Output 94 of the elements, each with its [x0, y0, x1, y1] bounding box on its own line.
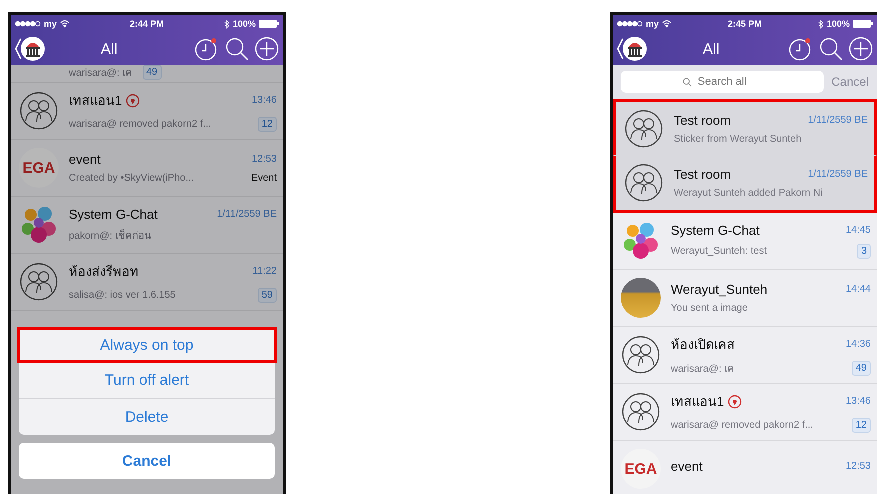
search-icon[interactable] — [819, 37, 843, 61]
chat-row[interactable]: EGA event 12:53 — [613, 441, 877, 494]
group-avatar-icon — [624, 163, 664, 203]
chat-row[interactable]: Test room 1/11/2559 BE Sticker from Werayut Sunteh — [613, 99, 877, 156]
nav-title: All — [703, 40, 720, 58]
unread-count: 3 — [857, 244, 871, 259]
battery-percent: 100% — [826, 19, 850, 29]
add-icon[interactable] — [255, 37, 279, 61]
message-time: 14:36 — [846, 339, 871, 350]
back-button[interactable] — [617, 36, 647, 62]
message-preview: Sticker from Werayut Sunteh — [674, 134, 802, 144]
message-preview: Werayut_Sunteh: test — [671, 246, 767, 257]
chat-name: เทสแอน1 — [671, 393, 724, 411]
carrier-name: my — [646, 19, 660, 29]
speech-bubbles-drawing — [621, 221, 661, 261]
chat-row[interactable]: System G-Chat 14:45 Werayut_Sunteh: test 3 — [613, 213, 877, 270]
history-clock-icon[interactable] — [195, 37, 219, 61]
message-preview: Created by •SkyView(iPho... — [69, 173, 194, 184]
unread-count: 59 — [258, 288, 277, 303]
back-building-icon — [15, 36, 45, 62]
unread-count: 12 — [852, 418, 871, 433]
nav-title: All — [101, 40, 118, 58]
action-option[interactable]: Turn off alert — [19, 363, 275, 399]
group-avatar-icon — [19, 91, 59, 131]
message-time: 13:46 — [252, 95, 277, 106]
wifi-icon — [662, 20, 672, 28]
wifi-icon — [60, 20, 70, 28]
chat-row[interactable]: System G-Chat 1/11/2559 BE pakorn@: เช็คก่อน — [11, 197, 283, 254]
message-time: 12:53 — [252, 154, 277, 165]
back-button[interactable] — [15, 36, 45, 62]
status-time: 2:45 PM — [728, 19, 762, 29]
photo-placeholder — [621, 278, 661, 318]
signal-icon — [617, 21, 643, 27]
status-time: 2:44 PM — [130, 19, 164, 29]
battery-percent: 100% — [232, 19, 256, 29]
message-time: 14:45 — [846, 225, 871, 236]
message-preview: warisara@: เค — [69, 67, 132, 80]
chat-name: Test room — [674, 112, 732, 128]
chat-row[interactable]: Werayut_Sunteh 14:44 You sent a image — [613, 270, 877, 327]
search-icon — [683, 78, 692, 87]
chat-name: event — [671, 458, 703, 474]
unread-count: 12 — [258, 117, 277, 132]
chat-name: Werayut_Sunteh — [671, 282, 768, 297]
add-icon[interactable] — [849, 37, 873, 61]
message-preview: warisara@ removed pakorn2 f... — [69, 119, 212, 130]
chat-name: Test room — [674, 167, 732, 182]
message-time: 11:22 — [252, 266, 277, 277]
message-preview: Werayut Sunteh added Pakorn Ni — [674, 188, 823, 199]
back-building-icon — [617, 36, 647, 62]
battery-icon — [853, 20, 873, 28]
message-preview: warisara@ removed pakorn2 f... — [671, 420, 814, 431]
chat-name: System G-Chat — [671, 223, 760, 238]
carrier-name: my — [44, 19, 58, 29]
message-time: 1/11/2559 BE — [808, 114, 868, 126]
chat-name: ห้องส่งรีพอท — [69, 263, 139, 281]
chat-row[interactable]: เทสแอน1 13:46 warisara@ removed pakorn2 f... 12 — [11, 83, 283, 140]
chat-name: ห้องเปิดเคส — [671, 336, 735, 354]
action-option[interactable]: Always on top — [17, 327, 277, 363]
speech-bubbles-drawing — [19, 205, 59, 245]
signal-icon — [15, 21, 41, 27]
chat-row[interactable]: Test room 1/11/2559 BE Werayut Sunteh added Pakorn Ni — [613, 156, 877, 213]
unread-count: 49 — [142, 65, 162, 80]
message-time: 12:53 — [846, 460, 871, 472]
message-preview: warisara@: เค — [671, 363, 734, 376]
message-time: 1/11/2559 BE — [808, 169, 868, 180]
message-preview: salisa@: ios ver 1.6.155 — [69, 290, 176, 301]
message-time: 1/11/2559 BE — [217, 209, 277, 220]
group-avatar-icon — [621, 335, 661, 375]
bluetooth-icon — [224, 20, 230, 28]
event-tag: Event — [251, 173, 277, 184]
group-avatar-icon — [19, 262, 59, 302]
chat-name: System G-Chat — [69, 207, 158, 222]
cancel-button[interactable]: Cancel — [19, 443, 275, 479]
chat-row[interactable]: EGA event 12:53 Created by •SkyView(iPho... Event — [11, 140, 283, 197]
battery-icon — [259, 20, 279, 28]
chat-row[interactable]: เทสแอน1 13:46 warisara@ removed pakorn2 f... 12 — [613, 384, 877, 441]
message-preview: You sent a image — [671, 303, 748, 314]
chat-name: event — [69, 152, 101, 167]
chat-name: เทสแอน1 — [69, 92, 122, 110]
message-time: 14:44 — [846, 284, 871, 295]
message-preview: pakorn@: เช็คก่อน — [69, 228, 152, 243]
bluetooth-icon — [818, 20, 824, 28]
unread-count: 49 — [852, 361, 871, 376]
search-field[interactable]: Search all — [621, 71, 824, 93]
chat-row[interactable]: ห้องส่งรีพอท 11:22 salisa@: ios ver 1.6.155 59 — [11, 254, 283, 311]
chat-row[interactable]: ห้องเปิดเคส 14:36 warisara@: เค 49 — [613, 327, 877, 384]
group-avatar-icon — [621, 392, 661, 432]
action-option[interactable]: Delete — [19, 399, 275, 435]
history-clock-icon[interactable] — [789, 37, 813, 61]
ega-logo: EGA — [621, 449, 661, 489]
search-icon[interactable] — [225, 37, 249, 61]
message-time: 13:46 — [846, 396, 871, 407]
group-avatar-icon — [624, 108, 664, 148]
ega-logo: EGA — [19, 148, 59, 188]
